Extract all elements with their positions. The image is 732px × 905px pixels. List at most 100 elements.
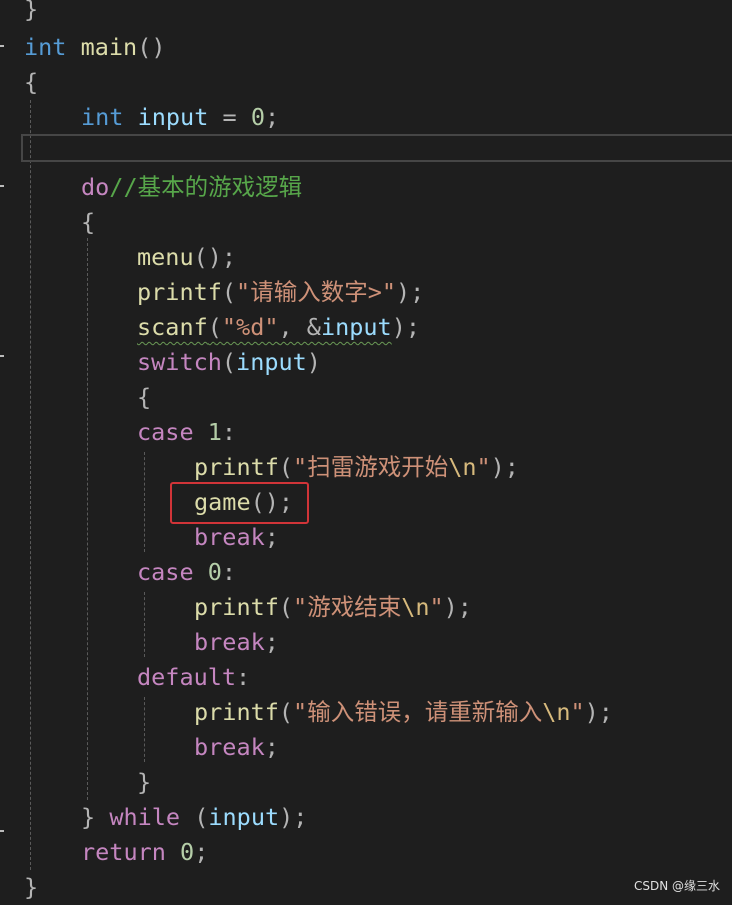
- indent-guide-main: [30, 100, 31, 870]
- semicolon: ;: [264, 523, 279, 551]
- fold-marker[interactable]: [0, 45, 4, 47]
- function-call: menu: [137, 243, 194, 271]
- keyword: return: [81, 838, 166, 866]
- code-line[interactable]: do//基本的游戏逻辑: [81, 170, 302, 205]
- code-line[interactable]: menu();: [137, 240, 236, 275]
- fold-marker[interactable]: [0, 830, 4, 832]
- punctuation: ): [306, 348, 321, 376]
- string-literal: "游戏结束: [293, 593, 402, 621]
- punctuation: (: [278, 698, 294, 726]
- code-line[interactable]: } while (input);: [81, 800, 307, 835]
- code-line[interactable]: printf("游戏结束\n");: [194, 590, 472, 625]
- code-line[interactable]: }: [24, 0, 38, 27]
- string-literal: "扫雷游戏开始: [293, 453, 449, 481]
- string-literal: "输入错误，请重新输入: [293, 698, 543, 726]
- brace: }: [81, 803, 96, 831]
- escape-sequence: \n: [448, 453, 477, 481]
- code-line[interactable]: printf("扫雷游戏开始\n");: [194, 450, 519, 485]
- brace: }: [24, 873, 39, 901]
- punctuation: , &: [278, 313, 321, 341]
- string-literal: ": [429, 593, 444, 621]
- code-line[interactable]: printf("输入错误，请重新输入\n");: [194, 695, 613, 730]
- indent-guide-case0: [144, 592, 145, 657]
- punctuation: (: [221, 278, 237, 306]
- variable: input: [208, 803, 280, 831]
- keyword: while: [109, 803, 181, 831]
- keyword: switch: [137, 348, 222, 376]
- keyword: break: [194, 523, 265, 551]
- keyword: break: [194, 733, 265, 761]
- function-call: printf: [137, 278, 222, 306]
- code-line[interactable]: case 1:: [137, 415, 236, 450]
- punctuation: );: [396, 278, 425, 306]
- code-line[interactable]: switch(input): [137, 345, 321, 380]
- keyword: break: [194, 628, 265, 656]
- punctuation: (: [278, 593, 294, 621]
- code-line[interactable]: scanf("%d", &input);: [137, 310, 420, 345]
- number: 1: [207, 418, 222, 446]
- variable: input: [236, 348, 307, 376]
- code-line[interactable]: case 0:: [137, 555, 236, 590]
- punctuation: (: [278, 453, 294, 481]
- code-line[interactable]: default:: [137, 660, 250, 695]
- keyword: case: [137, 418, 194, 446]
- keyword: do: [81, 173, 110, 201]
- highlight-box: [170, 482, 309, 524]
- watermark: CSDN @缘三水: [633, 879, 720, 893]
- punctuation: );: [391, 313, 420, 341]
- semicolon: ;: [194, 838, 209, 866]
- fold-marker[interactable]: [0, 185, 4, 187]
- punctuation: );: [490, 453, 519, 481]
- semicolon: ;: [264, 103, 280, 131]
- punctuation: (: [207, 313, 222, 341]
- indent-guide-default: [144, 697, 145, 762]
- brace: {: [24, 68, 39, 96]
- brace: {: [81, 208, 96, 236]
- code-line[interactable]: return 0;: [81, 835, 208, 870]
- code-line[interactable]: {: [24, 65, 38, 100]
- code-line[interactable]: break;: [194, 625, 279, 660]
- punctuation: (): [137, 33, 166, 61]
- brace: }: [137, 768, 152, 796]
- code-line[interactable]: {: [137, 380, 151, 415]
- number: 0: [180, 838, 195, 866]
- brace: {: [137, 383, 152, 411]
- variable: input: [320, 313, 392, 341]
- punctuation: (: [221, 348, 237, 376]
- string-literal: ": [570, 698, 585, 726]
- code-line[interactable]: {: [81, 205, 95, 240]
- string-literal: ": [476, 453, 491, 481]
- code-line[interactable]: int main(): [24, 30, 166, 65]
- punctuation: );: [279, 803, 308, 831]
- indent-guide-do: [87, 238, 88, 800]
- code-line[interactable]: printf("请输入数字>");: [137, 275, 424, 310]
- operator: =: [222, 103, 237, 131]
- indent-guide-case1: [144, 452, 145, 552]
- code-line[interactable]: int input = 0;: [81, 100, 279, 135]
- escape-sequence: \n: [401, 593, 430, 621]
- function-call: printf: [194, 593, 279, 621]
- semicolon: ;: [264, 733, 279, 761]
- keyword: default: [137, 663, 237, 691]
- brace: }: [24, 0, 39, 23]
- keyword: int: [24, 33, 67, 61]
- code-line[interactable]: break;: [194, 520, 279, 555]
- current-line-highlight: [21, 134, 732, 162]
- colon: :: [236, 663, 251, 691]
- punctuation: ();: [193, 243, 237, 271]
- function-call: scanf: [137, 313, 208, 341]
- string-literal: "%d": [221, 313, 279, 341]
- function-call: printf: [194, 698, 279, 726]
- punctuation: (: [194, 803, 209, 831]
- number: 0: [207, 558, 222, 586]
- string-literal: "请输入数字>": [236, 278, 396, 306]
- function-call: printf: [194, 453, 279, 481]
- fold-marker[interactable]: [0, 355, 4, 357]
- comment: //基本的游戏逻辑: [109, 173, 303, 201]
- warning-squiggle[interactable]: scanf("%d", &input: [137, 313, 392, 341]
- function-name: main: [80, 33, 138, 61]
- code-line[interactable]: break;: [194, 730, 279, 765]
- keyword: int: [81, 103, 124, 131]
- keyword: case: [137, 558, 194, 586]
- code-line[interactable]: }: [137, 765, 151, 800]
